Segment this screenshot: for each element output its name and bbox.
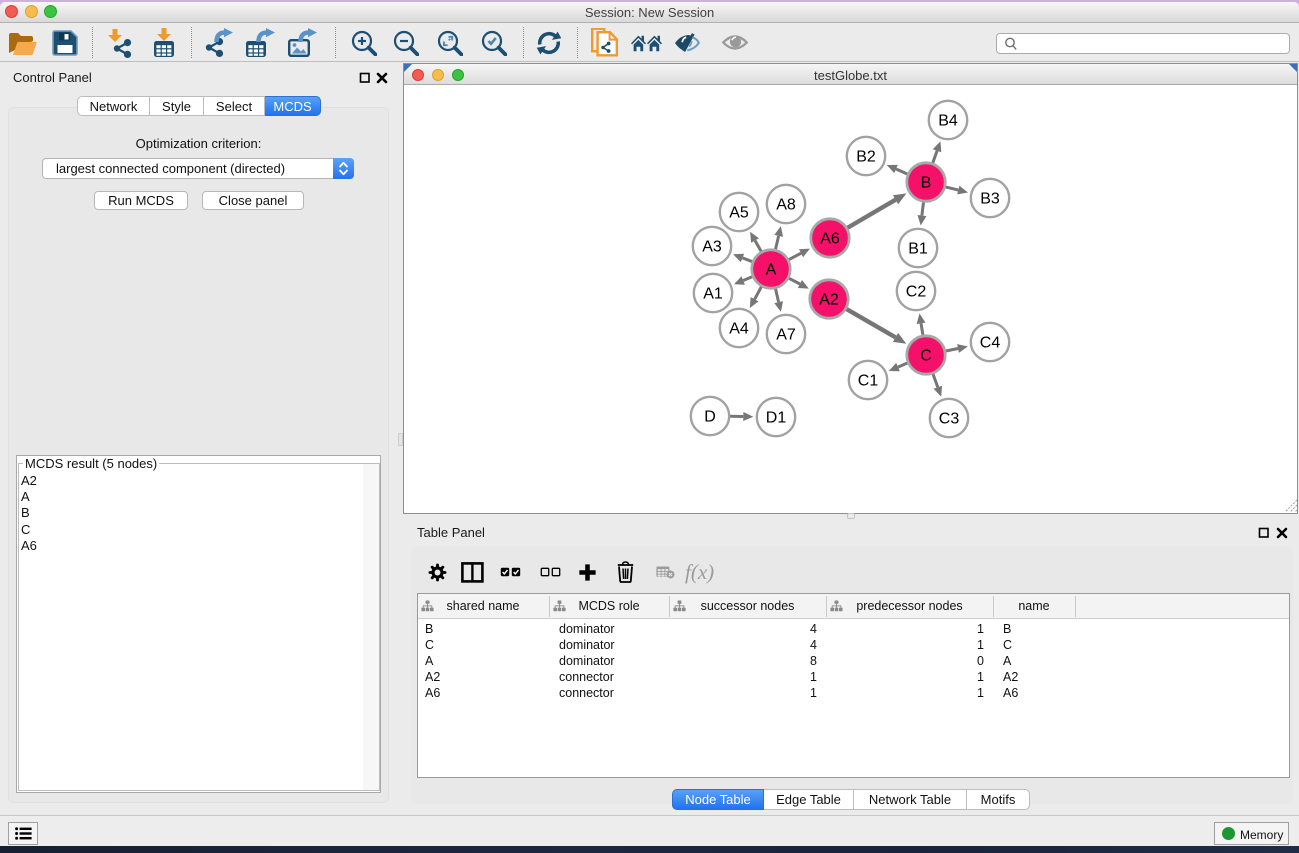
svg-text:D1: D1: [766, 410, 787, 427]
svg-text:B3: B3: [980, 191, 1000, 208]
svg-text:A1: A1: [703, 286, 723, 303]
svg-text:B2: B2: [856, 149, 876, 166]
svg-text:A7: A7: [776, 327, 796, 344]
svg-text:B1: B1: [908, 241, 928, 258]
svg-text:C1: C1: [858, 373, 879, 390]
svg-text:A3: A3: [702, 239, 722, 256]
svg-text:A6: A6: [820, 231, 840, 248]
svg-text:B: B: [921, 175, 932, 192]
svg-text:A8: A8: [776, 197, 796, 214]
svg-text:C: C: [920, 348, 932, 365]
svg-text:C2: C2: [906, 284, 927, 301]
svg-text:A: A: [766, 262, 777, 279]
svg-text:A5: A5: [729, 205, 749, 222]
svg-text:D: D: [704, 409, 716, 426]
svg-text:C3: C3: [939, 411, 960, 428]
svg-text:A2: A2: [819, 292, 839, 309]
svg-text:B4: B4: [938, 113, 958, 130]
svg-text:A4: A4: [729, 321, 749, 338]
svg-text:C4: C4: [980, 335, 1001, 352]
